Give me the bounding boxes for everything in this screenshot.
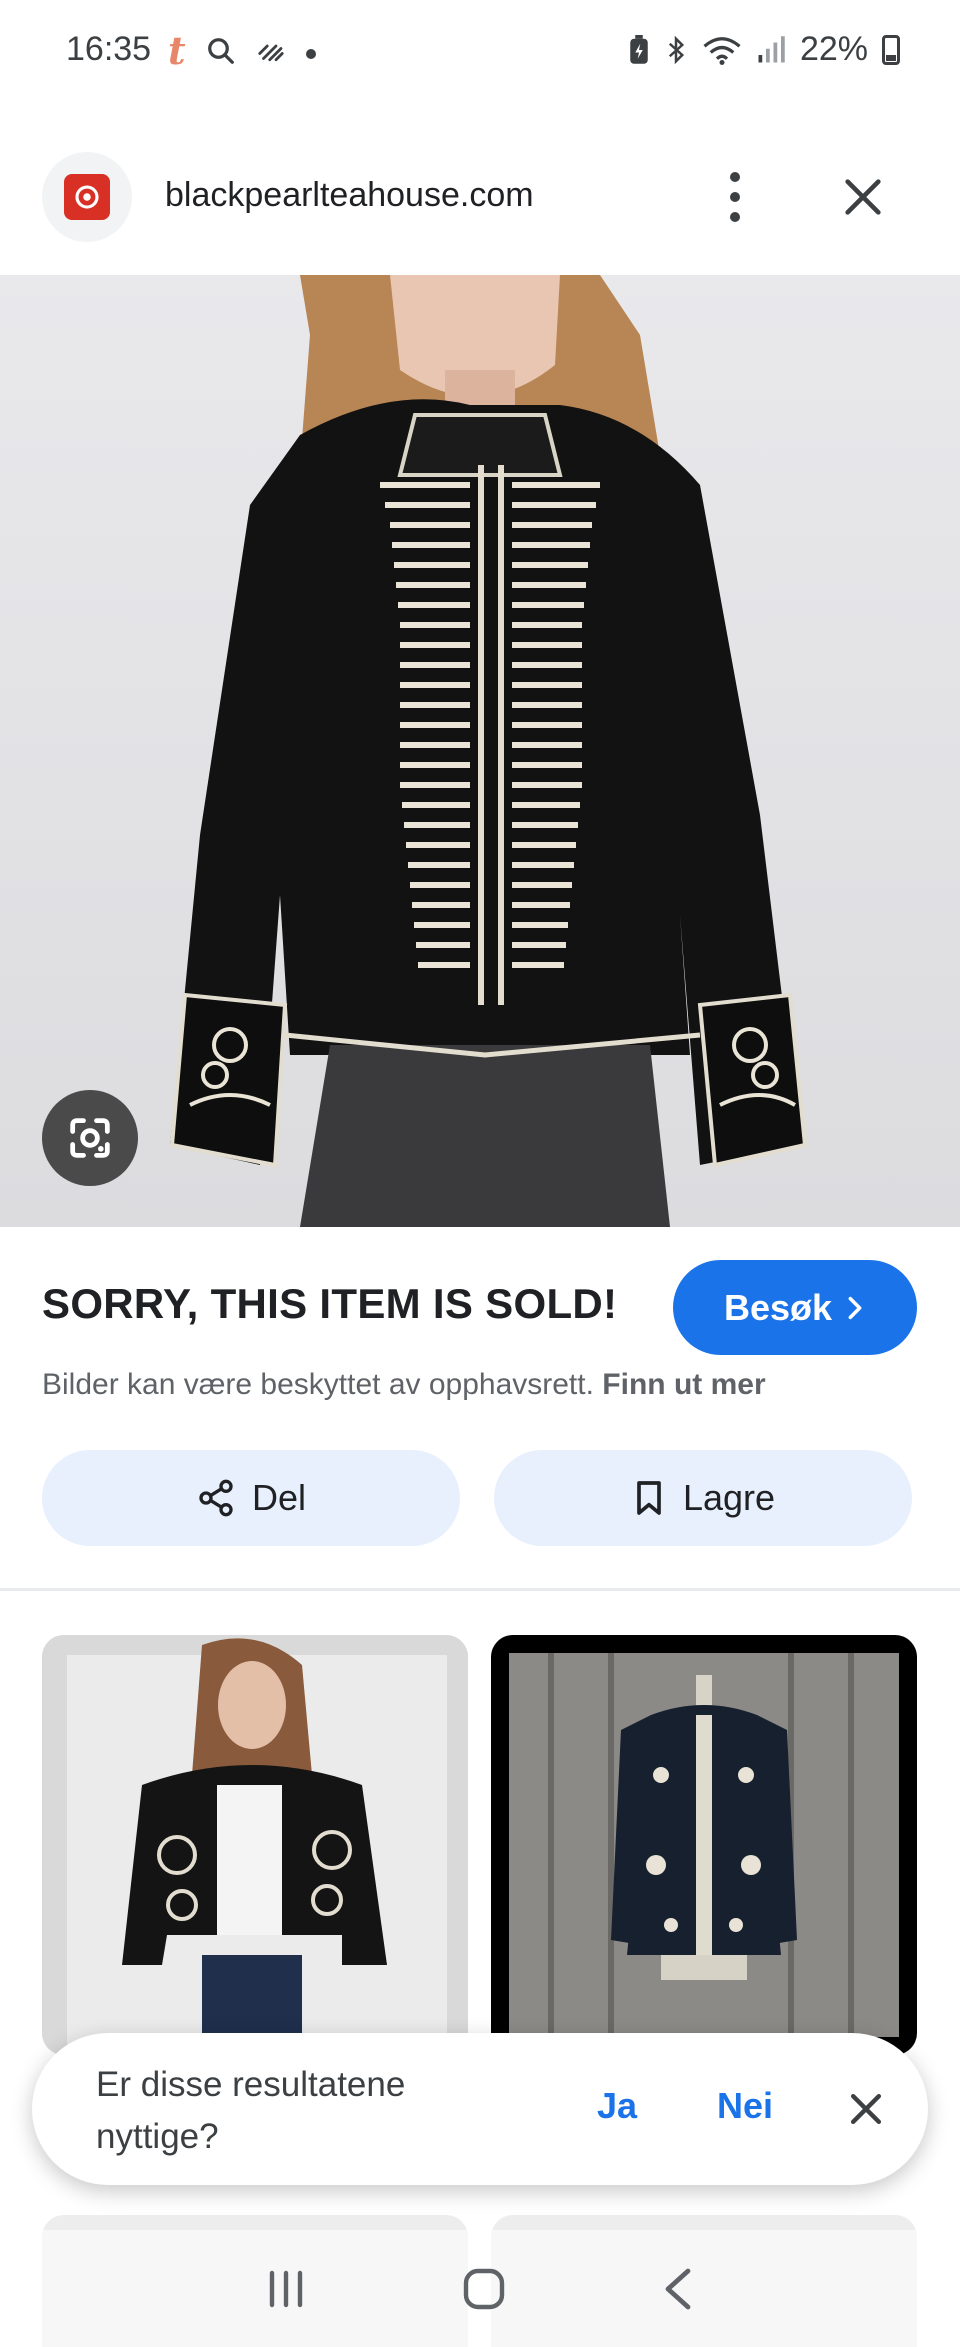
status-bar: 16:35 t 22% xyxy=(0,0,960,100)
battery-percent: 22% xyxy=(799,30,868,68)
battery-icon xyxy=(882,34,900,65)
result-thumbnail-2 xyxy=(509,1653,899,2037)
status-left-icons: t xyxy=(168,28,316,73)
home-icon[interactable] xyxy=(460,2265,508,2313)
close-icon[interactable] xyxy=(844,2087,888,2131)
google-lens-button[interactable] xyxy=(42,1090,138,1186)
learn-more-link[interactable]: Finn ut mer xyxy=(602,1368,765,1401)
share-icon xyxy=(199,1479,233,1517)
feedback-yes-button[interactable]: Ja xyxy=(597,2085,637,2127)
bookmark-icon xyxy=(637,1481,661,1515)
visit-button-label: Besøk xyxy=(723,1286,833,1328)
back-icon[interactable] xyxy=(658,2265,698,2313)
copyright-notice: Bilder kan være beskyttet av opphavsrett… xyxy=(42,1368,766,1402)
bluetooth-icon xyxy=(668,35,685,64)
close-icon[interactable] xyxy=(840,174,886,220)
site-name[interactable]: blackpearlteahouse.com xyxy=(165,176,534,215)
share-button[interactable]: Del xyxy=(42,1450,460,1546)
t-app-icon: t xyxy=(168,28,186,73)
feedback-question: Er disse resultatene nyttige? xyxy=(96,2065,406,2156)
save-button[interactable]: Lagre xyxy=(494,1450,912,1546)
activity-icon xyxy=(257,44,284,61)
hero-image[interactable] xyxy=(0,275,960,1227)
recent-apps-icon[interactable] xyxy=(262,2267,310,2311)
site-favicon[interactable] xyxy=(42,152,132,242)
save-label: Lagre xyxy=(682,1477,776,1518)
share-label: Del xyxy=(251,1477,307,1518)
notification-dot xyxy=(305,48,316,59)
signal-icon xyxy=(758,35,785,62)
wifi-icon xyxy=(703,36,741,65)
status-time: 16:35 xyxy=(66,30,152,68)
favicon-logo-icon xyxy=(64,174,110,220)
google-lens-icon xyxy=(70,1118,110,1158)
search-icon xyxy=(207,37,234,64)
feedback-prompt: Er disse resultatene nyttige? Ja Nei xyxy=(32,2033,928,2185)
section-divider xyxy=(0,1588,960,1591)
navigation-bar xyxy=(0,2230,960,2347)
more-vert-icon[interactable] xyxy=(720,172,750,222)
jacket-photo xyxy=(169,275,808,1227)
result-thumbnail-1 xyxy=(42,1635,468,2055)
feedback-no-button[interactable]: Nei xyxy=(717,2085,773,2127)
page-title: SORRY, THIS ITEM IS SOLD! xyxy=(42,1280,618,1327)
site-header: blackpearlteahouse.com xyxy=(0,140,960,255)
copyright-text: Bilder kan være beskyttet av opphavsrett… xyxy=(42,1368,594,1401)
battery-saver-icon xyxy=(630,34,648,64)
status-right-icons: 22% xyxy=(628,30,900,69)
result-card-2[interactable] xyxy=(491,1635,917,2055)
result-card-1[interactable] xyxy=(42,1635,468,2055)
visit-button[interactable]: Besøk xyxy=(673,1260,917,1355)
chevron-right-icon xyxy=(848,1296,862,1319)
